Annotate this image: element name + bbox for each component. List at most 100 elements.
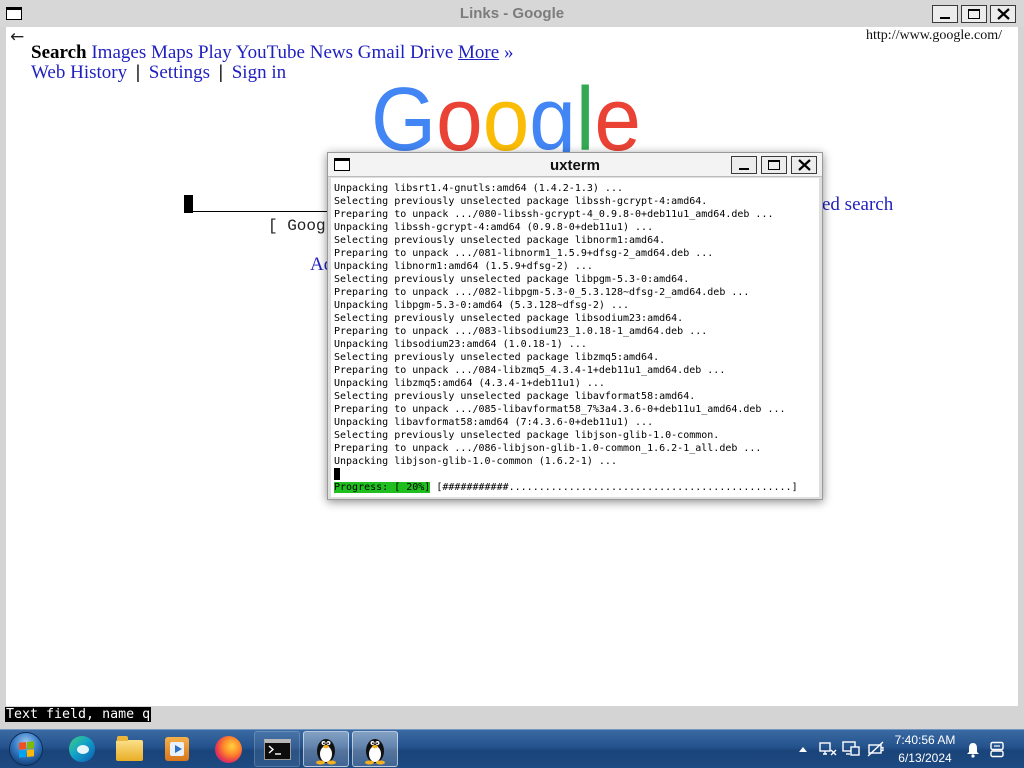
maximize-button[interactable] [961,5,987,23]
firefox-icon [214,735,242,763]
terminal-line: Preparing to unpack .../082-libpgm-5.3-0… [334,287,750,298]
network-tray-button[interactable] [818,730,838,768]
close-icon [997,8,1010,20]
terminal-line: Selecting previously unselected package … [334,274,690,285]
account-nav-bar: Web History | Settings | Sign in [31,63,286,83]
settings-link[interactable]: Settings [149,62,210,83]
taskbar: 7:40:56 AM 6/13/2024 [0,729,1024,768]
taskbar-edge-button[interactable] [59,731,105,767]
media-player-icon [165,737,189,761]
terminal-line: Preparing to unpack .../086-libjson-glib… [334,443,762,454]
taskbar-terminal-button[interactable] [254,731,300,767]
close-button[interactable] [990,5,1016,23]
status-bar: Text field, name q [0,706,1024,722]
progress-bar: [###########............................… [436,482,798,493]
maximize-icon [968,9,980,19]
nav-news-link[interactable]: News [310,42,353,63]
terminal-text: Unpacking libsrt1.4-gnutls:amd64 (1.4.2-… [334,182,798,494]
folder-icon [115,736,143,761]
window-title: Links - Google [459,5,565,22]
terminal-line: Unpacking libssh-gcrypt-4:amd64 (0.9.8-0… [334,222,654,233]
status-text: Text field, name q [5,707,152,722]
terminal-cursor-line [334,468,798,481]
terminal-line: Unpacking libnorm1:amd64 (1.5.9+dfsg-2) … [334,261,593,272]
display-tray-button[interactable] [841,730,861,768]
nav-separator: | [218,62,223,83]
minimize-button[interactable] [932,5,958,23]
clock-time: 7:40:56 AM [894,733,956,747]
terminal-line: Preparing to unpack .../084-libzmq5_4.3.… [334,365,726,376]
advanced-search-link[interactable]: ed search [822,195,893,215]
notification-bell-icon [967,742,979,758]
maximize-button[interactable] [761,156,787,174]
terminal-line: Unpacking libsodium23:amd64 (1.0.18-1) .… [334,339,587,350]
terminal-line: Selecting previously unselected package … [334,430,720,441]
action-center-icon [990,741,1004,757]
start-button[interactable] [4,731,48,767]
terminal-icon [263,738,291,760]
maximize-icon [768,160,780,170]
close-icon [798,159,811,171]
nav-play-link[interactable]: Play [198,42,232,63]
terminal-line: Selecting previously unselected package … [334,391,696,402]
terminal-line: Unpacking libsrt1.4-gnutls:amd64 (1.4.2-… [334,183,623,194]
taskbar-file-explorer-button[interactable] [106,731,152,767]
terminal-line: Unpacking libzmq5:amd64 (4.3.4-1+deb11u1… [334,378,605,389]
terminal-lines: Unpacking libsrt1.4-gnutls:amd64 (1.4.2-… [334,182,798,468]
terminal-line: Preparing to unpack .../081-libnorm1_1.5… [334,248,714,259]
close-button[interactable] [791,156,817,174]
terminal-line: Selecting previously unselected package … [334,196,708,207]
google-search-button[interactable]: [ Goog [268,217,326,235]
nav-gmail-link[interactable]: Gmail [358,42,406,63]
clock[interactable]: 7:40:56 AM 6/13/2024 [885,731,965,767]
minimize-button[interactable] [731,156,757,174]
progress-label: Progress: [ 20%] [334,482,431,493]
nav-more-link[interactable]: More [458,42,499,63]
nav-drive-link[interactable]: Drive [410,42,453,63]
nav-separator: | [135,62,141,83]
show-hidden-icons-button[interactable] [795,730,811,768]
terminal-line: Unpacking libjson-glib-1.0-common (1.6.2… [334,456,617,467]
nav-search-current: Search [31,42,87,63]
google-nav-bar: Search Images Maps Play YouTube News Gma… [31,43,513,63]
power-icon [867,741,884,757]
url-display: http://www.google.com/ [866,28,1002,43]
display-icon [842,741,860,756]
edge-icon [69,736,95,762]
terminal-line: Preparing to unpack .../080-libssh-gcryp… [334,209,774,220]
terminal-line: Selecting previously unselected package … [334,313,684,324]
uxterm-title-bar[interactable]: uxterm [328,153,822,177]
back-link[interactable]: ← [10,27,24,47]
terminal-line: Unpacking libavformat58:amd64 (7:4.3.6-0… [334,417,654,428]
terminal-line: Selecting previously unselected package … [334,352,660,363]
progress-line: Progress: [ 20%] [###########...........… [334,481,798,494]
sign-in-link[interactable]: Sign in [232,62,286,83]
minimize-icon [940,17,950,19]
notifications-button[interactable] [963,730,983,768]
taskbar-tux-button[interactable] [303,731,349,767]
nav-images-link[interactable]: Images [91,42,146,63]
terminal-line: Preparing to unpack .../085-libavformat5… [334,404,786,415]
links-title-bar[interactable]: Links - Google [0,0,1024,27]
power-tray-button[interactable] [866,730,886,768]
uxterm-window: uxterm Unpacking libsrt1.4-gnutls:amd64 … [327,152,823,500]
terminal-line: Unpacking libpgm-5.3-0:amd64 (5.3.128~df… [334,300,630,311]
more-arrow-icon: » [503,42,514,63]
web-history-link[interactable]: Web History [31,62,127,83]
tux-icon [365,738,385,764]
show-hidden-icons-icon [799,746,807,752]
taskbar-tux-button[interactable] [352,731,398,767]
terminal-line: Preparing to unpack .../083-libsodium23_… [334,326,708,337]
network-icon [819,742,837,756]
terminal-output[interactable]: Unpacking libsrt1.4-gnutls:amd64 (1.4.2-… [331,178,819,497]
terminal-cursor [334,468,340,480]
terminal-line: Selecting previously unselected package … [334,235,666,246]
minimize-icon [739,168,749,170]
windows-orb-icon [9,732,43,766]
taskbar-media-player-button[interactable] [154,731,200,767]
nav-maps-link[interactable]: Maps [151,42,193,63]
action-center-button[interactable] [987,730,1007,768]
taskbar-firefox-button[interactable] [205,731,251,767]
tux-icon [316,738,336,764]
nav-youtube-link[interactable]: YouTube [236,42,305,63]
